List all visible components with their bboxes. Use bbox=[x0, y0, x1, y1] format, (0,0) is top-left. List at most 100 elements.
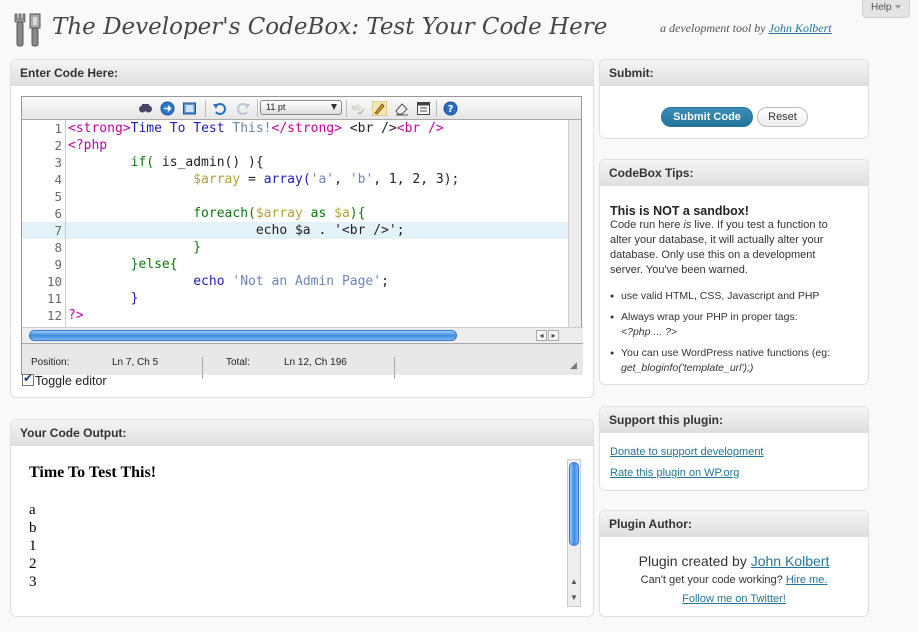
font-size-select[interactable]: 11 pt bbox=[260, 100, 342, 115]
line-number: 3 bbox=[54, 155, 62, 170]
author-help: Can't get your code working? Hire me. bbox=[640, 574, 828, 586]
syntax-icon[interactable] bbox=[416, 101, 431, 116]
code-line-current: 7 echo $a . '<br />'; bbox=[22, 222, 569, 239]
spellcheck-icon[interactable]: ab bbox=[350, 101, 365, 116]
redo-icon[interactable] bbox=[236, 101, 251, 116]
editor-vertical-scrollbar[interactable] bbox=[568, 120, 581, 327]
output-heading: Time To Test This! bbox=[29, 464, 157, 481]
scroll-down-icon[interactable]: ▼ bbox=[570, 593, 578, 602]
resize-grip-icon[interactable]: ◢ bbox=[570, 360, 577, 371]
gutter-divider bbox=[65, 120, 66, 327]
author-name-link[interactable]: John Kolbert bbox=[751, 553, 830, 569]
tips-paragraph: alter your database, it will actually al… bbox=[610, 234, 824, 246]
line-number: 12 bbox=[46, 308, 62, 323]
status-separator bbox=[202, 357, 203, 379]
code-line: 2 <?php bbox=[22, 137, 569, 154]
output-line: 3 bbox=[29, 574, 37, 590]
code-line: 5 bbox=[22, 188, 569, 205]
support-panel-title: Support this plugin: bbox=[600, 407, 868, 433]
output-line: a bbox=[29, 502, 36, 518]
author-link[interactable]: John Kolbert bbox=[769, 21, 832, 35]
toolbar-separator bbox=[346, 100, 347, 117]
tips-paragraph: database. Only use this on a development bbox=[610, 249, 816, 261]
author-panel: Plugin Author: Plugin created by John Ko… bbox=[599, 510, 869, 617]
logo-tools-icon bbox=[12, 12, 46, 48]
help-tab[interactable]: Help bbox=[862, 0, 910, 18]
tip-item: You can use WordPress native functions (… bbox=[610, 346, 860, 376]
line-number: 11 bbox=[46, 291, 62, 306]
scroll-left-icon[interactable]: ◂ bbox=[536, 330, 547, 341]
code-line: 3 if( is_admin() ){ bbox=[22, 154, 569, 171]
svg-text:?: ? bbox=[448, 104, 454, 115]
line-number: 7 bbox=[54, 223, 62, 238]
scrollbar-thumb[interactable] bbox=[569, 462, 579, 546]
position-label: Position: bbox=[31, 357, 70, 368]
help-label: Help bbox=[871, 2, 892, 13]
line-number: 5 bbox=[54, 189, 62, 204]
output-vertical-scrollbar[interactable]: ▲ ▼ bbox=[567, 459, 581, 607]
tip-item: Always wrap your PHP in proper tags:<?ph… bbox=[610, 310, 860, 340]
tips-panel: CodeBox Tips: This is NOT a sandbox! Cod… bbox=[599, 159, 869, 385]
submit-code-button[interactable]: Submit Code bbox=[661, 107, 753, 127]
submit-panel: Submit: Submit Code Reset bbox=[599, 59, 869, 139]
line-number: 10 bbox=[46, 274, 62, 289]
code-line: 4 $array = array('a', 'b', 1, 2, 3); bbox=[22, 171, 569, 188]
line-number: 4 bbox=[54, 172, 62, 187]
line-number: 6 bbox=[54, 206, 62, 221]
hire-me-link[interactable]: Hire me. bbox=[786, 574, 828, 586]
reset-button[interactable]: Reset bbox=[757, 107, 808, 127]
total-value: Ln 12, Ch 196 bbox=[284, 357, 347, 368]
svg-text:ab: ab bbox=[351, 103, 361, 112]
help-icon[interactable]: ? bbox=[443, 101, 458, 116]
position-value: Ln 7, Ch 5 bbox=[112, 357, 159, 368]
output-panel: Your Code Output: Time To Test This! a b… bbox=[10, 419, 594, 617]
code-panel: Enter Code Here: 11 pt ab ? 1 <strong>Tim… bbox=[10, 59, 594, 398]
code-editor[interactable]: 11 pt ab ? 1 <strong>Time To Test This!</… bbox=[21, 96, 583, 379]
line-number: 9 bbox=[54, 257, 62, 272]
fullscreen-icon[interactable] bbox=[182, 101, 197, 116]
search-icon[interactable] bbox=[138, 101, 153, 116]
submit-panel-title: Submit: bbox=[600, 60, 868, 86]
line-number: 2 bbox=[54, 138, 62, 153]
highlight-icon[interactable] bbox=[372, 101, 387, 116]
toggle-editor-checkbox[interactable] bbox=[22, 371, 34, 386]
tip-item: use valid HTML, CSS, Javascript and PHP bbox=[610, 289, 860, 304]
output-line: 1 bbox=[29, 538, 37, 554]
code-line: 8 } bbox=[22, 239, 569, 256]
twitter-row: Follow me on Twitter! bbox=[600, 593, 868, 605]
chevron-down-icon bbox=[894, 5, 901, 10]
line-number: 8 bbox=[54, 240, 62, 255]
author-panel-title: Plugin Author: bbox=[600, 511, 868, 537]
undo-icon[interactable] bbox=[212, 101, 227, 116]
reset-highlight-icon[interactable] bbox=[394, 101, 409, 116]
editor-horizontal-scrollbar[interactable]: ◂ ▸ bbox=[22, 327, 583, 343]
code-line: 6 foreach($array as $a){ bbox=[22, 205, 569, 222]
code-line: 12 ?> bbox=[22, 307, 569, 324]
tagline-text: a development tool by bbox=[660, 21, 766, 35]
scrollbar-thumb[interactable] bbox=[29, 330, 457, 341]
code-area[interactable]: 1 <strong>Time To Test This!</strong> <br… bbox=[22, 120, 569, 327]
rate-plugin-link[interactable]: Rate this plugin on WP.org bbox=[610, 467, 739, 479]
twitter-link[interactable]: Follow me on Twitter! bbox=[682, 593, 786, 605]
output-line: b bbox=[29, 520, 37, 536]
toggle-editor[interactable]: Toggle editor bbox=[22, 371, 107, 388]
tips-heading: This is NOT a sandbox! bbox=[610, 204, 749, 218]
toolbar-separator bbox=[257, 100, 258, 117]
code-line: 11 } bbox=[22, 290, 569, 307]
tips-panel-title: CodeBox Tips: bbox=[600, 160, 868, 186]
editor-toolbar: 11 pt ab ? bbox=[22, 97, 581, 120]
scroll-up-icon[interactable]: ▲ bbox=[570, 577, 578, 586]
donate-link[interactable]: Donate to support development bbox=[610, 446, 764, 458]
toggle-editor-label: Toggle editor bbox=[35, 374, 107, 388]
total-label: Total: bbox=[226, 357, 250, 368]
editor-status-bar: Position: Ln 7, Ch 5 Total: Ln 12, Ch 19… bbox=[22, 343, 583, 379]
scroll-right-icon[interactable]: ▸ bbox=[548, 330, 559, 341]
line-number: 1 bbox=[54, 121, 62, 136]
code-output: Time To Test This! a b 1 2 3 bbox=[11, 447, 571, 598]
goto-icon[interactable] bbox=[160, 101, 175, 116]
status-separator bbox=[394, 357, 395, 379]
toolbar-separator bbox=[436, 100, 437, 117]
code-line: 9 }else{ bbox=[22, 256, 569, 273]
tagline: a development tool by John Kolbert bbox=[660, 21, 832, 36]
code-line: 1 <strong>Time To Test This!</strong> <br… bbox=[22, 120, 569, 137]
